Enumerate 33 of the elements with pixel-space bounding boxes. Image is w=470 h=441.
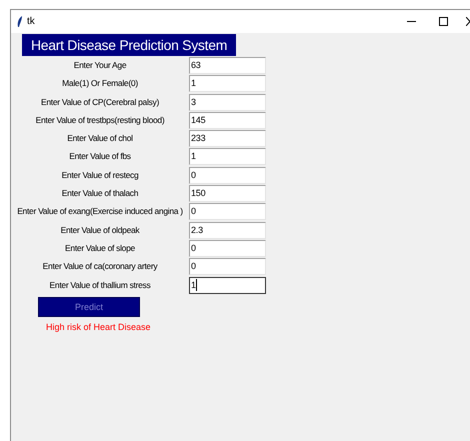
field-label: Enter Value of ca(coronary artery: [42, 260, 158, 274]
input-field[interactable]: 150: [189, 185, 266, 202]
field-label: Enter Value of trestbps(resting blood): [34, 114, 166, 127]
field-label: Enter Value of thalach: [60, 187, 140, 200]
close-icon[interactable]: [466, 17, 470, 26]
input-field[interactable]: 145: [189, 112, 266, 129]
field-label: Male(1) Or Female(0): [61, 77, 139, 90]
field-label: Enter Value of chol: [66, 132, 134, 146]
input-field[interactable]: 233: [189, 130, 266, 148]
app-heading: Heart Disease Prediction System: [22, 34, 236, 56]
input-field[interactable]: 63: [189, 57, 266, 74]
field-label: Enter Value of thallium stress: [48, 278, 152, 292]
field-label: Enter Value of slope: [64, 242, 136, 255]
input-field[interactable]: 2.3: [189, 222, 266, 239]
input-field[interactable]: 0: [189, 240, 266, 257]
field-label: Enter Your Age: [72, 59, 128, 72]
input-field[interactable]: 0: [189, 258, 266, 276]
field-label: Enter Value of oldpeak: [60, 224, 140, 237]
feather-icon: [17, 16, 23, 28]
input-field[interactable]: 1: [189, 75, 266, 92]
predict-button[interactable]: Predict: [38, 296, 140, 317]
maximize-icon[interactable]: [439, 17, 448, 26]
field-label: Enter Value of fbs: [68, 150, 132, 164]
input-field[interactable]: 1: [189, 276, 266, 294]
field-label: Enter Value of exang(Exercise induced angina ): [16, 205, 184, 218]
input-field[interactable]: 3: [189, 94, 266, 111]
field-label: Enter Value of CP(Cerebral palsy): [40, 96, 160, 109]
input-field[interactable]: 0: [189, 203, 266, 220]
input-field[interactable]: 0: [189, 166, 266, 184]
field-label: Enter Value of restecg: [60, 168, 140, 182]
result-text: High risk of Heart Disease: [46, 322, 151, 332]
window-title: tk: [27, 16, 35, 27]
input-field[interactable]: 1: [189, 148, 266, 166]
